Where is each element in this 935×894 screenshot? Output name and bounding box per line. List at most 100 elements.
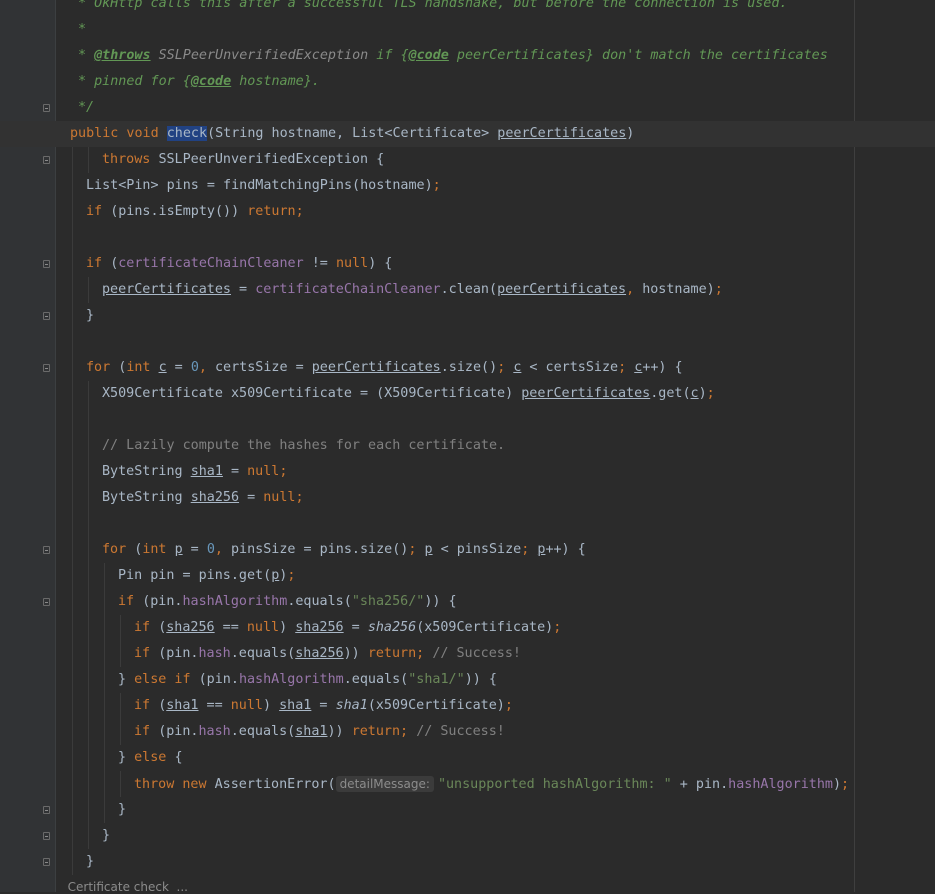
code-token: * [78, 22, 87, 37]
code-line[interactable] [0, 407, 935, 433]
code-line[interactable]: Pin pin = pins.get(p); [0, 563, 935, 589]
code-token: if { [368, 48, 409, 63]
code-line[interactable]: if (pin.hash.equals(sha1)) return; // Su… [0, 719, 935, 745]
indent-guide [88, 277, 89, 303]
code-token: 0 [206, 542, 215, 557]
code-line[interactable]: if (certificateChainCleaner != null) { [0, 251, 935, 277]
code-token: null [246, 620, 280, 635]
indent-guide [72, 563, 73, 589]
code-line[interactable] [0, 225, 935, 251]
indent-guide [120, 771, 121, 797]
code-token: else if [134, 672, 199, 687]
code-line[interactable]: ByteString sha1 = null; [0, 459, 935, 485]
indent-guide [72, 485, 73, 511]
code-token: for [102, 542, 135, 557]
code-token: (pin. [198, 672, 239, 687]
code-token: throws [102, 152, 159, 167]
code-line[interactable]: X509Certificate x509Certificate = (X509C… [0, 381, 935, 407]
code-line[interactable]: if (sha1 == null) sha1 = sha1(x509Certif… [0, 693, 935, 719]
indent-guide [120, 719, 121, 745]
indent-guide [120, 693, 121, 719]
code-line[interactable]: throw new AssertionError(detailMessage: "… [0, 771, 935, 797]
code-line[interactable]: } [0, 823, 935, 849]
code-token: (String hostname, List<Certificate> [207, 126, 498, 141]
code-line[interactable]: for (int p = 0, pinsSize = pins.size(); … [0, 537, 935, 563]
code-token: sha1 [335, 698, 368, 713]
code-line[interactable] [0, 329, 935, 355]
code-text: */ [78, 95, 94, 121]
code-token: // Lazily compute the hashes for each ce… [102, 438, 506, 453]
indent-guide [72, 641, 73, 667]
indent-guide [88, 693, 89, 719]
code-line[interactable]: throws SSLPeerUnverifiedException { [0, 147, 935, 173]
code-line[interactable]: } else { [0, 745, 935, 771]
code-line[interactable]: if (sha256 == null) sha256 = sha256(x509… [0, 615, 935, 641]
code-text: if (pin.hash.equals(sha1)) return; // Su… [134, 719, 505, 745]
code-token: * pinned for { [78, 74, 191, 89]
code-line[interactable]: if (pin.hashAlgorithm.equals("sha256/"))… [0, 589, 935, 615]
code-token: peerCertificates [521, 386, 651, 401]
code-token: // Success! [432, 646, 521, 661]
indent-guide [72, 745, 73, 771]
indent-guide [72, 693, 73, 719]
code-token: = [222, 464, 248, 479]
code-token: peerCertificates [497, 282, 627, 297]
indent-guide [72, 381, 73, 407]
indent-guide [88, 511, 89, 537]
code-line[interactable]: */ [0, 95, 935, 121]
code-token: int [142, 542, 175, 557]
code-token: @code [408, 48, 449, 63]
code-token: .equals( [230, 646, 296, 661]
code-token: ; [618, 360, 635, 375]
indent-guide [104, 667, 105, 693]
code-text: Pin pin = pins.get(p); [118, 563, 295, 589]
code-token: p [174, 542, 183, 557]
code-line[interactable]: * [0, 17, 935, 43]
code-token: ) [832, 777, 842, 792]
code-line[interactable]: * OkHttp calls this after a successful T… [0, 0, 935, 17]
code-token: (pin. [158, 646, 199, 661]
code-line[interactable]: * @throws SSLPeerUnverifiedException if … [0, 43, 935, 69]
code-line[interactable]: if (pin.hash.equals(sha256)) return; // … [0, 641, 935, 667]
code-token: = [343, 620, 368, 635]
code-token: == [198, 698, 231, 713]
indent-guide [72, 303, 73, 329]
code-token: if [118, 594, 143, 609]
code-token: "sha256/" [351, 594, 425, 609]
code-text: // Lazily compute the hashes for each ce… [102, 433, 505, 459]
indent-guide [88, 433, 89, 459]
code-line[interactable]: if (pins.isEmpty()) return; [0, 199, 935, 225]
indent-guide [88, 641, 89, 667]
code-line[interactable]: List<Pin> pins = findMatchingPins(hostna… [0, 173, 935, 199]
code-token: AssertionError( [214, 777, 336, 792]
indent-guide [88, 719, 89, 745]
indent-guide [72, 667, 73, 693]
code-line[interactable]: peerCertificates = certificateChainClean… [0, 277, 935, 303]
code-token: , [626, 282, 643, 297]
indent-guide [72, 251, 73, 277]
code-line[interactable]: } else if (pin.hashAlgorithm.equals("sha… [0, 667, 935, 693]
code-line[interactable]: * pinned for {@code hostname}. [0, 69, 935, 95]
code-token: pinsSize = pins.size() [231, 542, 409, 557]
indent-guide [104, 797, 105, 823]
code-line[interactable]: } [0, 797, 935, 823]
code-token: return; [247, 204, 304, 219]
code-line[interactable] [0, 511, 935, 537]
code-line[interactable]: // Lazily compute the hashes for each ce… [0, 433, 935, 459]
code-editor[interactable]: * OkHttp calls this after a successful T… [0, 0, 935, 894]
code-line[interactable]: ByteString sha256 = null; [0, 485, 935, 511]
indent-guide [72, 407, 73, 433]
code-text: if (sha256 == null) sha256 = sha256(x509… [134, 615, 561, 641]
code-token: throw new [134, 777, 215, 792]
code-line[interactable]: for (int c = 0, certsSize = peerCertific… [0, 355, 935, 381]
code-token: ; [706, 386, 715, 401]
code-token: peerCertificates} don't match the certif… [448, 48, 828, 63]
code-line[interactable]: } [0, 303, 935, 329]
indent-guide [72, 147, 73, 173]
code-line[interactable]: } [0, 849, 935, 875]
code-token: c [690, 386, 699, 401]
code-token: for [86, 360, 119, 375]
code-token: ) { [368, 256, 393, 271]
code-token: ; [553, 620, 562, 635]
code-line[interactable]: public void check(String hostname, List<… [0, 121, 935, 147]
